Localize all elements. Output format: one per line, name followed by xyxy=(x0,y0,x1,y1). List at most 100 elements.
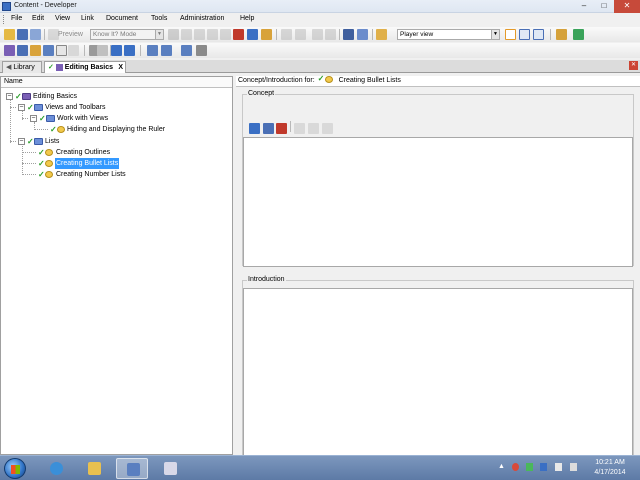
move-up-icon[interactable] xyxy=(111,45,122,56)
introduction-editor[interactable] xyxy=(243,288,633,456)
menu-document[interactable]: Document xyxy=(106,15,138,22)
tab-library[interactable]: ◀ Library xyxy=(2,61,42,73)
layout-columns-icon[interactable] xyxy=(533,29,544,40)
taskbar-paint[interactable] xyxy=(154,458,186,479)
security-icon[interactable] xyxy=(512,463,519,471)
menu-link[interactable]: Link xyxy=(81,15,94,22)
tab-editing-basics[interactable]: ✓ Editing Basics X xyxy=(44,61,126,73)
tree-node-creating-number-lists[interactable]: ✓ Creating Number Lists xyxy=(1,169,141,180)
tree-node-editing-basics[interactable]: – ✓ Editing Basics xyxy=(1,91,121,102)
minimize-button[interactable]: – xyxy=(574,0,594,13)
layout-single-icon[interactable] xyxy=(505,29,516,40)
collapse-icon[interactable] xyxy=(325,29,336,40)
topic-icon xyxy=(45,149,53,156)
close-button[interactable]: ✕ xyxy=(614,0,640,13)
menu-edit[interactable]: Edit xyxy=(32,15,44,22)
folder-icon xyxy=(88,462,101,475)
menu-tools[interactable]: Tools xyxy=(151,15,167,22)
copy-icon[interactable] xyxy=(194,29,205,40)
tree-node-work-with-views[interactable]: – ✓ Work with Views xyxy=(1,113,151,124)
indent-icon[interactable] xyxy=(181,45,192,56)
align-icon[interactable] xyxy=(97,45,108,56)
clock[interactable]: 10:21 AM 4/17/2014 xyxy=(588,458,632,478)
menu-help[interactable]: Help xyxy=(240,15,254,22)
tab-library-label: Library xyxy=(13,64,35,71)
tree-node-hiding-ruler[interactable]: ✓ Hiding and Displaying the Ruler xyxy=(1,124,201,135)
check-icon: ✓ xyxy=(38,170,45,179)
sync-icon[interactable] xyxy=(526,463,533,471)
new-section-icon[interactable] xyxy=(17,45,28,56)
properties-icon[interactable] xyxy=(247,29,258,40)
expand-icon[interactable] xyxy=(312,29,323,40)
close-tab-button[interactable]: X xyxy=(118,62,123,73)
new-topic-icon[interactable] xyxy=(30,45,41,56)
collapse-toggle[interactable]: – xyxy=(18,138,25,145)
remove-icon[interactable] xyxy=(276,123,287,134)
undo-icon[interactable] xyxy=(281,29,292,40)
check-icon: ✓ xyxy=(38,159,45,168)
publish-icon[interactable] xyxy=(556,29,567,40)
check-icon: ✓ xyxy=(15,92,22,101)
update-icon[interactable] xyxy=(540,463,547,471)
preview-icon[interactable] xyxy=(322,123,333,134)
refresh-icon[interactable] xyxy=(573,29,584,40)
layout-split-icon[interactable] xyxy=(519,29,530,40)
taskbar-internet-explorer[interactable] xyxy=(40,458,72,479)
lock-icon[interactable] xyxy=(168,29,179,40)
settings-icon[interactable] xyxy=(308,123,319,134)
taskbar-file-explorer[interactable] xyxy=(78,458,110,479)
link-icon[interactable] xyxy=(249,123,260,134)
collapse-toggle[interactable]: – xyxy=(6,93,13,100)
preview-button[interactable]: Preview xyxy=(56,29,86,40)
filter-icon[interactable] xyxy=(376,29,387,40)
dropdown-icon[interactable] xyxy=(68,45,79,56)
binoculars-icon[interactable] xyxy=(343,29,354,40)
menu-administration[interactable]: Administration xyxy=(180,15,224,22)
show-hidden-icons-button[interactable]: ▲ xyxy=(498,463,505,471)
tree-node-creating-bullet-lists[interactable]: ✓ Creating Bullet Lists xyxy=(1,158,141,169)
demote-icon[interactable] xyxy=(161,45,172,56)
paste-icon[interactable] xyxy=(207,29,218,40)
help-icon[interactable] xyxy=(56,45,67,56)
collapse-toggle[interactable]: – xyxy=(18,104,25,111)
edit-icon[interactable] xyxy=(294,123,305,134)
concept-content-area[interactable] xyxy=(243,137,633,267)
maximize-button[interactable]: □ xyxy=(594,0,614,13)
clear-icon[interactable] xyxy=(220,29,231,40)
check-icon: ✓ xyxy=(27,103,34,112)
spell-check-icon[interactable] xyxy=(357,29,368,40)
flag-icon[interactable] xyxy=(555,463,562,471)
cut-icon[interactable] xyxy=(181,29,192,40)
new-package-icon[interactable] xyxy=(263,123,274,134)
redo-icon[interactable] xyxy=(295,29,306,40)
clock-time: 10:21 AM xyxy=(595,459,625,466)
move-down-icon[interactable] xyxy=(124,45,135,56)
view-select[interactable]: Player view ▼ xyxy=(397,29,500,40)
new-module-icon[interactable] xyxy=(4,45,15,56)
tree-node-creating-outlines[interactable]: ✓ Creating Outlines xyxy=(1,147,141,158)
network-icon[interactable] xyxy=(570,463,577,471)
title-bar: Content - Developer – □ ✕ xyxy=(0,0,640,13)
menu-view[interactable]: View xyxy=(55,15,70,22)
start-button[interactable] xyxy=(4,458,26,479)
collapse-toggle[interactable]: – xyxy=(30,115,37,122)
taskbar-developer[interactable] xyxy=(116,458,148,479)
link-icon[interactable] xyxy=(196,45,207,56)
close-document-button[interactable]: ✕ xyxy=(629,61,638,70)
find-object-icon[interactable] xyxy=(261,29,272,40)
insert-icon[interactable] xyxy=(43,45,54,56)
mode-select[interactable]: Know It? Mode ▼ xyxy=(90,29,164,40)
delete-icon[interactable] xyxy=(233,29,244,40)
section-icon xyxy=(46,115,55,122)
toolbar-separator xyxy=(276,29,277,40)
menu-file[interactable]: File xyxy=(11,15,22,22)
open-folder-icon[interactable] xyxy=(4,29,15,40)
outline-pane: Name – ✓ Editing Basics – ✓ Views and To… xyxy=(0,76,233,455)
promote-icon[interactable] xyxy=(147,45,158,56)
check-icon: ✓ xyxy=(38,148,45,157)
tree-node-views-and-toolbars[interactable]: – ✓ Views and Toolbars xyxy=(1,102,141,113)
tree-node-lists[interactable]: – ✓ Lists xyxy=(1,136,101,147)
name-column-header[interactable]: Name xyxy=(1,77,232,88)
save-icon[interactable] xyxy=(17,29,28,40)
print-icon[interactable] xyxy=(30,29,41,40)
